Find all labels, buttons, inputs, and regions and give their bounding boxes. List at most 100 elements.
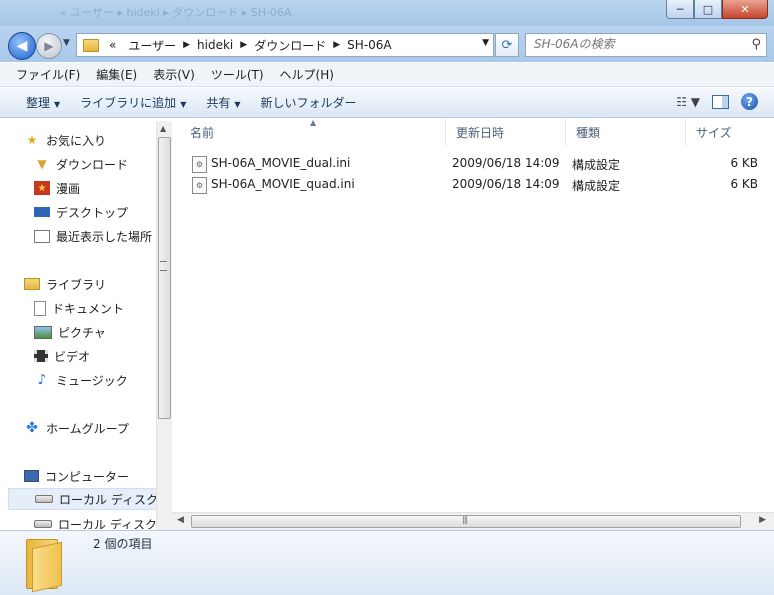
drive-icon xyxy=(35,495,53,503)
nav-item-label: ピクチャ xyxy=(58,325,106,340)
recent-pages-dropdown[interactable]: ▼ xyxy=(63,38,70,48)
search-box[interactable]: ⚲ xyxy=(525,33,767,57)
minimize-button[interactable]: ─ xyxy=(666,0,694,19)
close-button[interactable]: ✕ xyxy=(722,0,768,19)
download-folder-icon: ▼ xyxy=(37,157,47,171)
nav-item-recent[interactable]: 最近表示した場所 xyxy=(34,225,152,247)
crumb-downloads[interactable]: ダウンロード xyxy=(248,37,332,54)
file-size: 6 KB xyxy=(730,156,758,170)
new-folder-button[interactable]: 新しいフォルダー xyxy=(251,94,367,111)
nav-item-label: 漫画 xyxy=(56,181,81,196)
menu-view[interactable]: 表示(V) xyxy=(145,66,203,83)
nav-item-label: 最近表示した場所 xyxy=(56,229,153,244)
nav-scrollbar[interactable]: ▲ xyxy=(156,121,172,530)
column-modified[interactable]: 更新日時 xyxy=(446,119,566,146)
folder-icon xyxy=(83,38,99,52)
crumb-separator-icon[interactable]: ▶ xyxy=(332,40,341,50)
nav-computer-label: コンピューター xyxy=(45,469,130,484)
nav-item-label: ミュージック xyxy=(56,373,128,388)
file-name: SH-06A_MOVIE_quad.ini xyxy=(211,177,355,191)
video-icon xyxy=(34,350,48,362)
crumb-users[interactable]: ユーザー xyxy=(122,37,182,54)
ini-file-icon: ⚙ xyxy=(192,156,207,173)
nav-favorites[interactable]: ★ お気に入り xyxy=(24,129,106,151)
music-icon: ♪ xyxy=(37,372,47,388)
nav-item-manga[interactable]: ★ 漫画 xyxy=(34,177,80,199)
menu-bar: ファイル(F) 編集(E) 表示(V) ツール(T) ヘルプ(H) xyxy=(0,63,774,87)
nav-item-label: ローカル ディスク xyxy=(58,517,157,530)
nav-computer[interactable]: コンピューター xyxy=(24,465,129,487)
chevron-down-icon: ▼ xyxy=(54,100,61,109)
nav-item-music[interactable]: ♪ ミュージック xyxy=(34,369,128,391)
nav-libraries[interactable]: ライブラリ xyxy=(24,273,106,295)
file-modified: 2009/06/18 14:09 xyxy=(452,177,560,191)
preview-pane-icon[interactable] xyxy=(712,94,729,109)
nav-item-documents[interactable]: ドキュメント xyxy=(34,297,124,319)
nav-item-label: ローカル ディスク xyxy=(59,492,158,507)
nav-item-local-disk-1[interactable]: ローカル ディスク xyxy=(8,488,170,510)
back-icon[interactable]: ◀ xyxy=(8,32,36,60)
title-bar[interactable]: « ユーザー ▸ hideki ▸ ダウンロード ▸ SH-06A ─ □ ✕ xyxy=(0,0,774,26)
address-dropdown-icon[interactable]: ▼ xyxy=(482,38,489,48)
nav-item-videos[interactable]: ビデオ xyxy=(34,345,90,367)
nav-item-label: ビデオ xyxy=(54,349,91,364)
file-row[interactable]: ⚙ SH-06A_MOVIE_dual.ini 2009/06/18 14:09… xyxy=(190,154,770,174)
organize-label: 整理 xyxy=(26,96,51,110)
column-name[interactable]: 名前 xyxy=(180,119,446,146)
menu-file[interactable]: ファイル(F) xyxy=(8,66,88,83)
document-icon xyxy=(34,300,46,316)
add-to-library-button[interactable]: ライブラリに追加 ▼ xyxy=(70,94,196,111)
maximize-button[interactable]: □ xyxy=(694,0,722,19)
menu-tools[interactable]: ツール(T) xyxy=(203,66,272,83)
column-header: ▲ 名前 更新日時 種類 サイズ xyxy=(180,118,774,146)
nav-homegroup-label: ホームグループ xyxy=(46,421,129,436)
help-icon[interactable]: ? xyxy=(741,93,758,110)
nav-item-label: ダウンロード xyxy=(56,157,129,172)
file-row[interactable]: ⚙ SH-06A_MOVIE_quad.ini 2009/06/18 14:09… xyxy=(190,175,770,195)
organize-button[interactable]: 整理 ▼ xyxy=(16,94,70,111)
column-size[interactable]: サイズ xyxy=(686,119,774,146)
share-button[interactable]: 共有 ▼ xyxy=(196,94,250,111)
file-modified: 2009/06/18 14:09 xyxy=(452,156,560,170)
address-overflow[interactable]: « xyxy=(103,38,122,52)
crumb-sh06a[interactable]: SH-06A xyxy=(341,38,397,52)
refresh-icon[interactable]: ⟳ xyxy=(495,33,519,57)
column-type[interactable]: 種類 xyxy=(566,119,686,146)
explorer-window: « ユーザー ▸ hideki ▸ ダウンロード ▸ SH-06A ─ □ ✕ … xyxy=(0,0,774,595)
command-bar: 整理 ▼ ライブラリに追加 ▼ 共有 ▼ 新しいフォルダー ☷ ▼ ? xyxy=(0,88,774,118)
details-pane: 2 個の項目 xyxy=(0,530,774,595)
nav-homegroup[interactable]: ✤ ホームグループ xyxy=(24,417,129,439)
computer-icon xyxy=(24,470,39,482)
chevron-down-icon: ▼ xyxy=(180,100,187,109)
file-size: 6 KB xyxy=(730,177,758,191)
library-icon xyxy=(24,278,40,290)
menu-help[interactable]: ヘルプ(H) xyxy=(272,66,342,83)
pictures-icon xyxy=(34,325,52,339)
hscroll-grip-icon: ||| xyxy=(462,515,468,524)
menu-edit[interactable]: 編集(E) xyxy=(88,66,145,83)
crumb-separator-icon[interactable]: ▶ xyxy=(182,40,191,50)
nav-item-desktop[interactable]: デスクトップ xyxy=(34,201,128,223)
nav-item-downloads[interactable]: ▼ ダウンロード xyxy=(34,153,128,175)
search-icon[interactable]: ⚲ xyxy=(751,37,761,52)
nav-item-pictures[interactable]: ピクチャ xyxy=(34,321,106,343)
scroll-left-icon[interactable]: ◀ xyxy=(177,515,184,525)
nav-item-local-disk-2[interactable]: ローカル ディスク xyxy=(34,513,157,529)
forward-icon[interactable]: ▶ xyxy=(36,33,62,59)
views-icon[interactable]: ☷ ▼ xyxy=(676,95,700,109)
crumb-separator-icon[interactable]: ▶ xyxy=(239,40,248,50)
manga-icon: ★ xyxy=(34,181,50,195)
search-input[interactable] xyxy=(526,34,752,54)
nav-item-label: デスクトップ xyxy=(56,205,129,220)
ini-file-icon: ⚙ xyxy=(192,177,207,194)
navigation-pane: ★ お気に入り ▼ ダウンロード ★ 漫画 デスクトップ 最近表示した場所 ライ… xyxy=(0,119,172,529)
address-bar[interactable]: « ユーザー ▶ hideki ▶ ダウンロード ▶ SH-06A ▼ xyxy=(76,33,494,57)
crumb-hideki[interactable]: hideki xyxy=(191,38,239,52)
scroll-thumb[interactable] xyxy=(158,137,171,419)
scroll-grip-icon xyxy=(160,261,167,271)
star-icon: ★ xyxy=(26,133,38,147)
scroll-up-icon[interactable]: ▲ xyxy=(160,124,166,133)
scroll-right-icon[interactable]: ▶ xyxy=(759,515,766,525)
blurred-title: « ユーザー ▸ hideki ▸ ダウンロード ▸ SH-06A xyxy=(60,6,292,19)
horizontal-scrollbar[interactable]: ◀ ||| ▶ xyxy=(172,512,774,530)
